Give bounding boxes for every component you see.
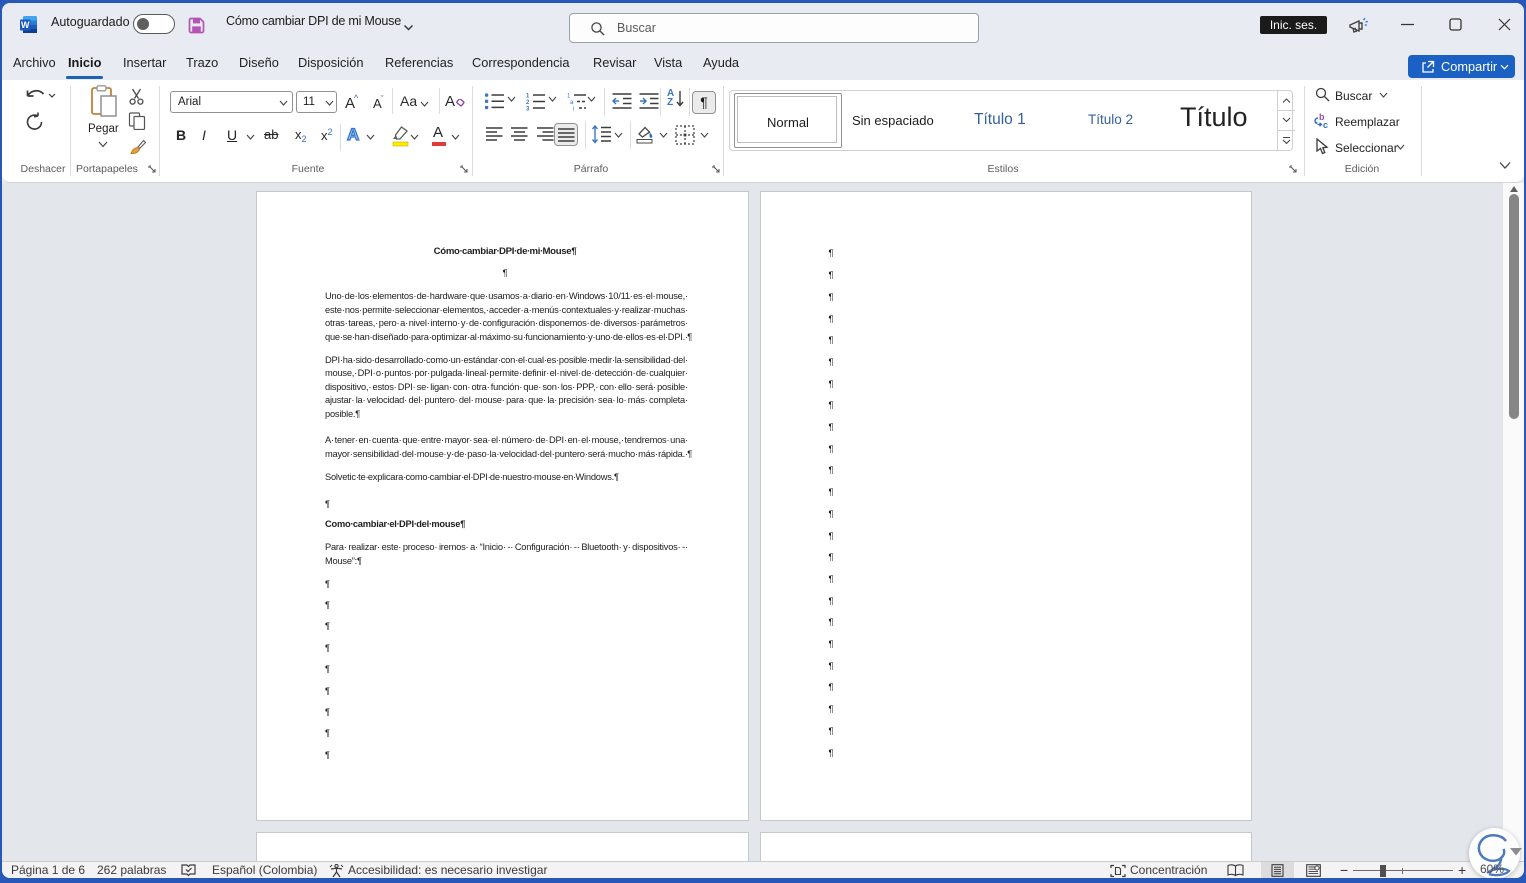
svg-text:1: 1	[567, 94, 571, 100]
svg-text:1: 1	[526, 94, 530, 100]
svg-text:2: 2	[526, 100, 530, 106]
svg-text:i: i	[573, 107, 574, 112]
svg-text:3: 3	[526, 107, 530, 112]
svg-text:a: a	[570, 100, 574, 106]
svg-text:W: W	[21, 20, 30, 30]
svg-text:c: c	[1323, 120, 1328, 130]
